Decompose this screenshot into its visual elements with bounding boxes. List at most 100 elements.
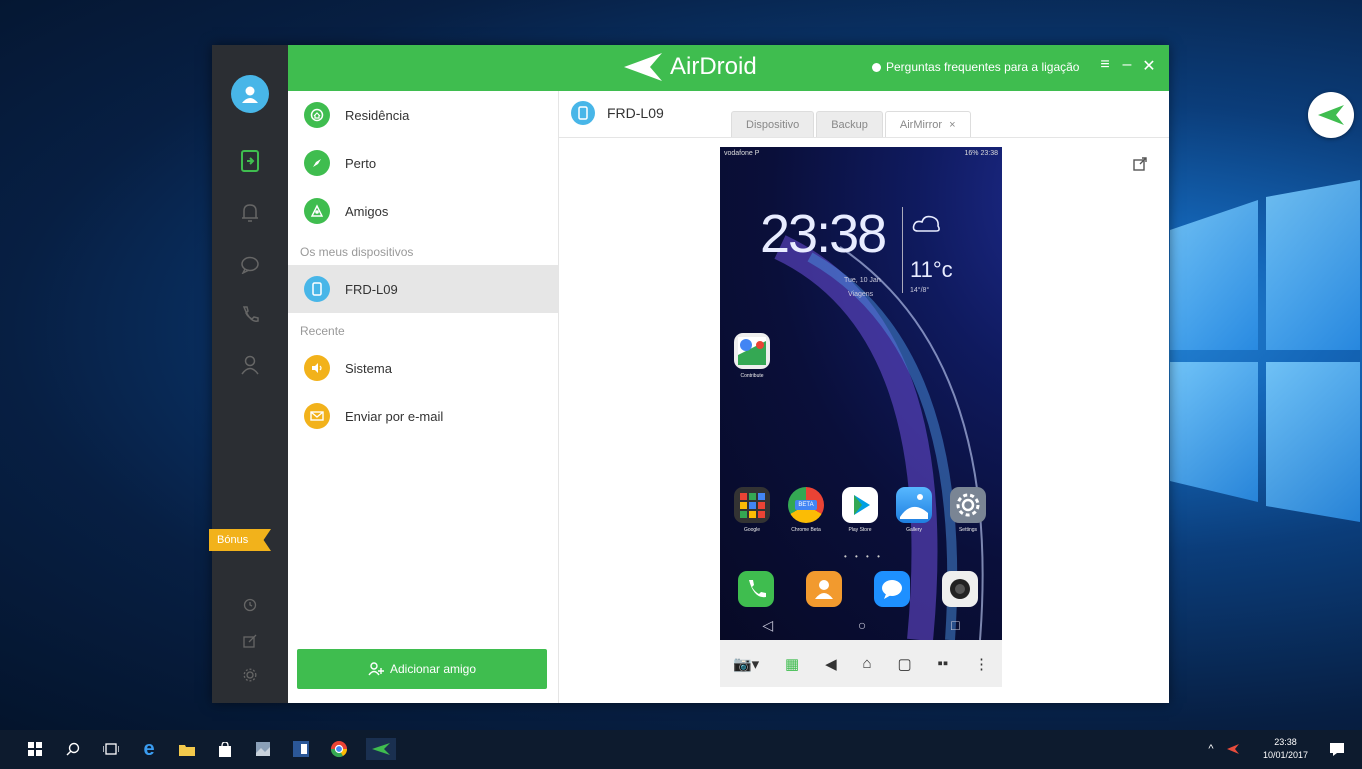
add-user-icon — [368, 662, 384, 676]
play-store-icon[interactable] — [842, 487, 878, 523]
app-title: AirDroid — [670, 53, 757, 80]
list-item-device-frd-l09[interactable]: FRD-L09 — [288, 265, 558, 313]
tab-backup[interactable]: Backup — [816, 111, 883, 138]
faq-label: Perguntas frequentes para a ligação — [886, 60, 1080, 74]
weather-cloud-icon — [912, 215, 940, 232]
phone-temperature: 11°c — [910, 257, 953, 282]
bonus-badge[interactable]: Bónus — [209, 529, 271, 551]
windows-taskbar: e ^ 23:38 10/01/2017 — [0, 730, 1362, 769]
mirrored-phone-screen[interactable]: vodafone P 16% 23:38 23:38 Tue, 10 Jan V… — [720, 147, 1002, 687]
home-button-icon[interactable]: ⌂ — [863, 655, 872, 672]
airdroid-taskbar-icon[interactable] — [366, 738, 396, 760]
list-item-perto[interactable]: Perto — [288, 139, 558, 187]
recent-apps-icon[interactable]: ▢ — [897, 655, 911, 673]
windows-logo-graphic — [1170, 180, 1360, 560]
device-header: FRD-L09 — [571, 101, 664, 125]
add-friend-label: Adicionar amigo — [389, 662, 477, 676]
device-title: FRD-L09 — [607, 105, 664, 121]
edge-browser-icon[interactable]: e — [138, 738, 160, 760]
task-view-icon[interactable] — [100, 738, 122, 760]
beta-badge: BETA — [795, 500, 817, 510]
app-label: Contribute — [740, 373, 764, 379]
camera-app-icon[interactable] — [942, 571, 978, 607]
word-app-icon[interactable] — [290, 738, 312, 760]
back-button-icon[interactable]: ◀ — [825, 655, 837, 673]
file-explorer-icon[interactable] — [176, 738, 198, 760]
gallery-icon[interactable] — [896, 487, 932, 523]
phone-icon — [304, 276, 330, 302]
messaging-app-icon[interactable] — [874, 571, 910, 607]
action-center-icon[interactable] — [1326, 738, 1348, 760]
app-grid-icon[interactable]: ▪▪ — [938, 655, 949, 672]
home-icon — [304, 102, 330, 128]
faq-link[interactable]: Perguntas frequentes para a ligação — [872, 60, 1079, 74]
android-nav-bar: ◁ ○ □ — [720, 617, 1002, 634]
list-item-label: Perto — [345, 155, 377, 171]
airdroid-floating-icon[interactable] — [1308, 92, 1354, 138]
tab-dispositivo[interactable]: Dispositivo — [731, 111, 815, 138]
tab-airmirror[interactable]: AirMirror × — [884, 111, 971, 138]
airdroid-logo: AirDroid — [624, 53, 757, 81]
more-menu-icon[interactable]: ⋮ — [974, 655, 989, 673]
phone-clock: 23:38 — [760, 204, 887, 264]
speaker-icon — [304, 355, 330, 381]
screenshot-camera-icon[interactable]: 📷▾ — [733, 655, 759, 673]
windows-start-icon[interactable] — [24, 738, 46, 760]
tab-divider — [559, 137, 1169, 138]
settings-app-icon[interactable] — [950, 487, 986, 523]
home-icon[interactable]: ○ — [858, 617, 866, 634]
store-icon[interactable] — [214, 738, 236, 760]
list-item-sistema[interactable]: Sistema — [288, 344, 558, 392]
phone-dialer-icon[interactable] — [738, 571, 774, 607]
phone-icon — [571, 101, 595, 125]
contribute-app-icon[interactable] — [734, 333, 770, 369]
app-label: Play Store — [848, 527, 872, 533]
compass-icon — [304, 150, 330, 176]
tab-close-icon[interactable]: × — [949, 119, 955, 131]
contacts-app-icon[interactable] — [806, 571, 842, 607]
calls-icon[interactable] — [238, 303, 262, 327]
minimize-icon[interactable]: – — [1119, 56, 1135, 74]
popout-icon[interactable] — [1133, 157, 1147, 171]
app-label: Chrome Beta — [791, 527, 821, 533]
photos-app-icon[interactable] — [252, 738, 274, 760]
section-recent-heading: Recente — [300, 324, 345, 338]
edit-icon[interactable] — [238, 629, 262, 653]
chrome-beta-icon[interactable]: BETA — [788, 487, 824, 523]
close-icon[interactable]: ✕ — [1141, 56, 1157, 76]
status-right: 16% 23:38 — [964, 150, 998, 157]
tab-bar: Dispositivo Backup AirMirror × — [731, 111, 973, 139]
device-panel: FRD-L09 Dispositivo Backup AirMirror × v… — [559, 91, 1169, 703]
messages-icon[interactable] — [238, 253, 262, 277]
list-item-amigos[interactable]: Amigos — [288, 187, 558, 235]
add-friend-button[interactable]: Adicionar amigo — [297, 649, 547, 689]
settings-gear-icon[interactable] — [238, 663, 262, 687]
section-devices-heading: Os meus dispositivos — [300, 245, 414, 259]
list-item-label: Enviar por e-mail — [345, 408, 444, 424]
contacts-icon[interactable] — [238, 353, 262, 377]
notification-bell-icon[interactable] — [238, 201, 262, 225]
widget-divider — [902, 207, 903, 293]
menu-icon[interactable]: ≡ — [1097, 56, 1113, 74]
email-icon — [304, 403, 330, 429]
airdroid-logo-icon — [624, 53, 662, 81]
title-bar: AirDroid Perguntas frequentes para a lig… — [288, 45, 1169, 91]
list-item-residencia[interactable]: Residência — [288, 91, 558, 139]
list-item-enviar-email[interactable]: Enviar por e-mail — [288, 392, 558, 440]
recents-icon[interactable]: □ — [951, 617, 959, 634]
transfer-icon[interactable] — [238, 149, 262, 173]
chrome-taskbar-icon[interactable] — [328, 738, 350, 760]
phone-location: Viagens — [848, 291, 874, 298]
tray-airdroid-icon[interactable] — [1222, 738, 1244, 760]
history-icon[interactable] — [238, 593, 262, 617]
avatar[interactable] — [231, 75, 269, 113]
system-clock[interactable]: 23:38 10/01/2017 — [1263, 736, 1308, 762]
page-indicator: • • • • — [844, 552, 883, 561]
back-icon[interactable]: ◁ — [762, 617, 773, 634]
search-icon[interactable] — [62, 738, 84, 760]
keyboard-icon[interactable]: ▦ — [785, 655, 799, 673]
nav-rail: Bónus — [209, 45, 288, 703]
google-folder-icon[interactable] — [734, 487, 770, 523]
tray-chevron-up-icon[interactable]: ^ — [1200, 738, 1222, 760]
list-item-label: Sistema — [345, 360, 392, 376]
